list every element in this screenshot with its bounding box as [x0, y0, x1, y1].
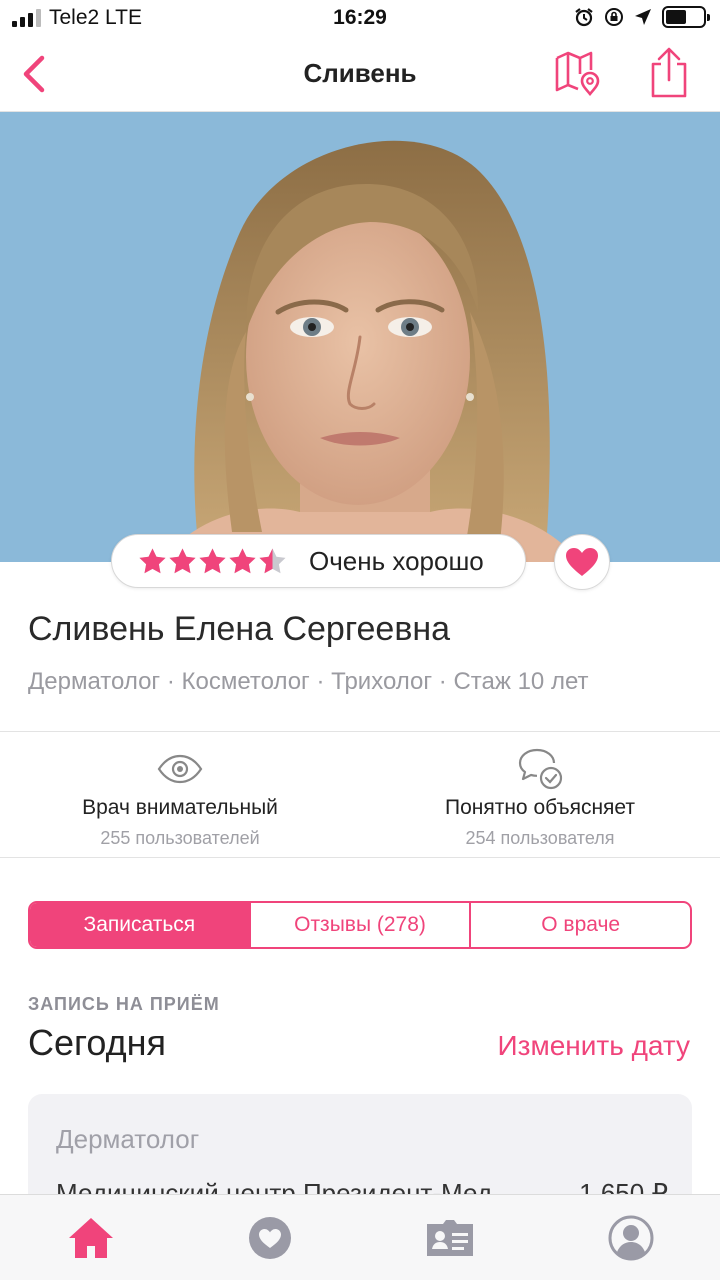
eye-icon	[157, 754, 203, 784]
feature-label: Врач внимательный	[82, 796, 278, 819]
star-icon	[199, 547, 226, 573]
contact-card-icon	[427, 1220, 473, 1256]
divider	[0, 731, 720, 732]
rating-pill[interactable]: Очень хорошо	[111, 534, 526, 588]
feature-count: 254 пользователя	[465, 828, 615, 848]
alarm-icon	[575, 8, 593, 27]
chat-check-icon	[518, 748, 563, 790]
tab-profile[interactable]	[606, 1213, 656, 1263]
share-button[interactable]	[644, 46, 694, 100]
section-caption: ЗАПИСЬ НА ПРИЁМ	[28, 994, 220, 1014]
orientation-lock-icon	[605, 8, 623, 26]
star-icon	[259, 547, 286, 573]
battery-level	[666, 10, 686, 24]
status-bar: Tele2 LTE 16:29	[0, 0, 720, 36]
segmented-tabs: Записаться Отзывы (278) О враче	[28, 901, 692, 949]
tab-home[interactable]	[66, 1213, 116, 1263]
appointment-day: Сегодня	[28, 1022, 166, 1063]
star-icon	[169, 547, 196, 573]
star-icon	[229, 547, 256, 573]
heart-icon	[566, 548, 598, 576]
map-pin-icon	[555, 51, 600, 97]
divider	[0, 857, 720, 858]
rating-stars	[138, 547, 287, 576]
map-button[interactable]	[552, 48, 602, 98]
bottom-tab-bar	[0, 1194, 720, 1280]
page-title: Сливень	[303, 58, 417, 88]
feature-attentive: Врач внимательный 255 пользователей	[0, 744, 360, 849]
tab-favorites[interactable]	[245, 1213, 295, 1263]
battery-icon	[662, 6, 710, 28]
feature-count: 255 пользователей	[100, 828, 260, 848]
navigation-bar: Сливень	[0, 36, 720, 112]
change-date-link[interactable]: Изменить дату	[497, 1030, 690, 1062]
status-right	[574, 6, 710, 28]
doctor-specialties: Дерматолог · Косметолог · Трихолог · Ста…	[28, 668, 589, 695]
profile-icon	[608, 1215, 654, 1261]
tab-reviews[interactable]: Отзывы (278)	[248, 903, 470, 947]
doctor-portrait-illustration	[160, 140, 580, 562]
doctor-name: Сливень Елена Сергеевна	[28, 610, 451, 648]
feature-label: Понятно объясняет	[444, 796, 636, 819]
favorite-button[interactable]	[554, 534, 610, 590]
heart-icon	[249, 1217, 291, 1259]
card-specialty: Дерматолог	[56, 1124, 200, 1154]
share-icon	[651, 47, 687, 98]
tab-appointments[interactable]	[425, 1213, 475, 1263]
rating-label: Очень хорошо	[309, 545, 484, 576]
star-icon	[139, 547, 166, 573]
feature-explains: Понятно объясняет 254 пользователя	[360, 744, 720, 849]
doctor-photo	[0, 112, 720, 562]
location-arrow-icon	[635, 9, 651, 25]
tab-book[interactable]: Записаться	[30, 903, 249, 947]
tab-about-doctor[interactable]: О враче	[469, 903, 690, 947]
home-icon	[69, 1218, 113, 1258]
